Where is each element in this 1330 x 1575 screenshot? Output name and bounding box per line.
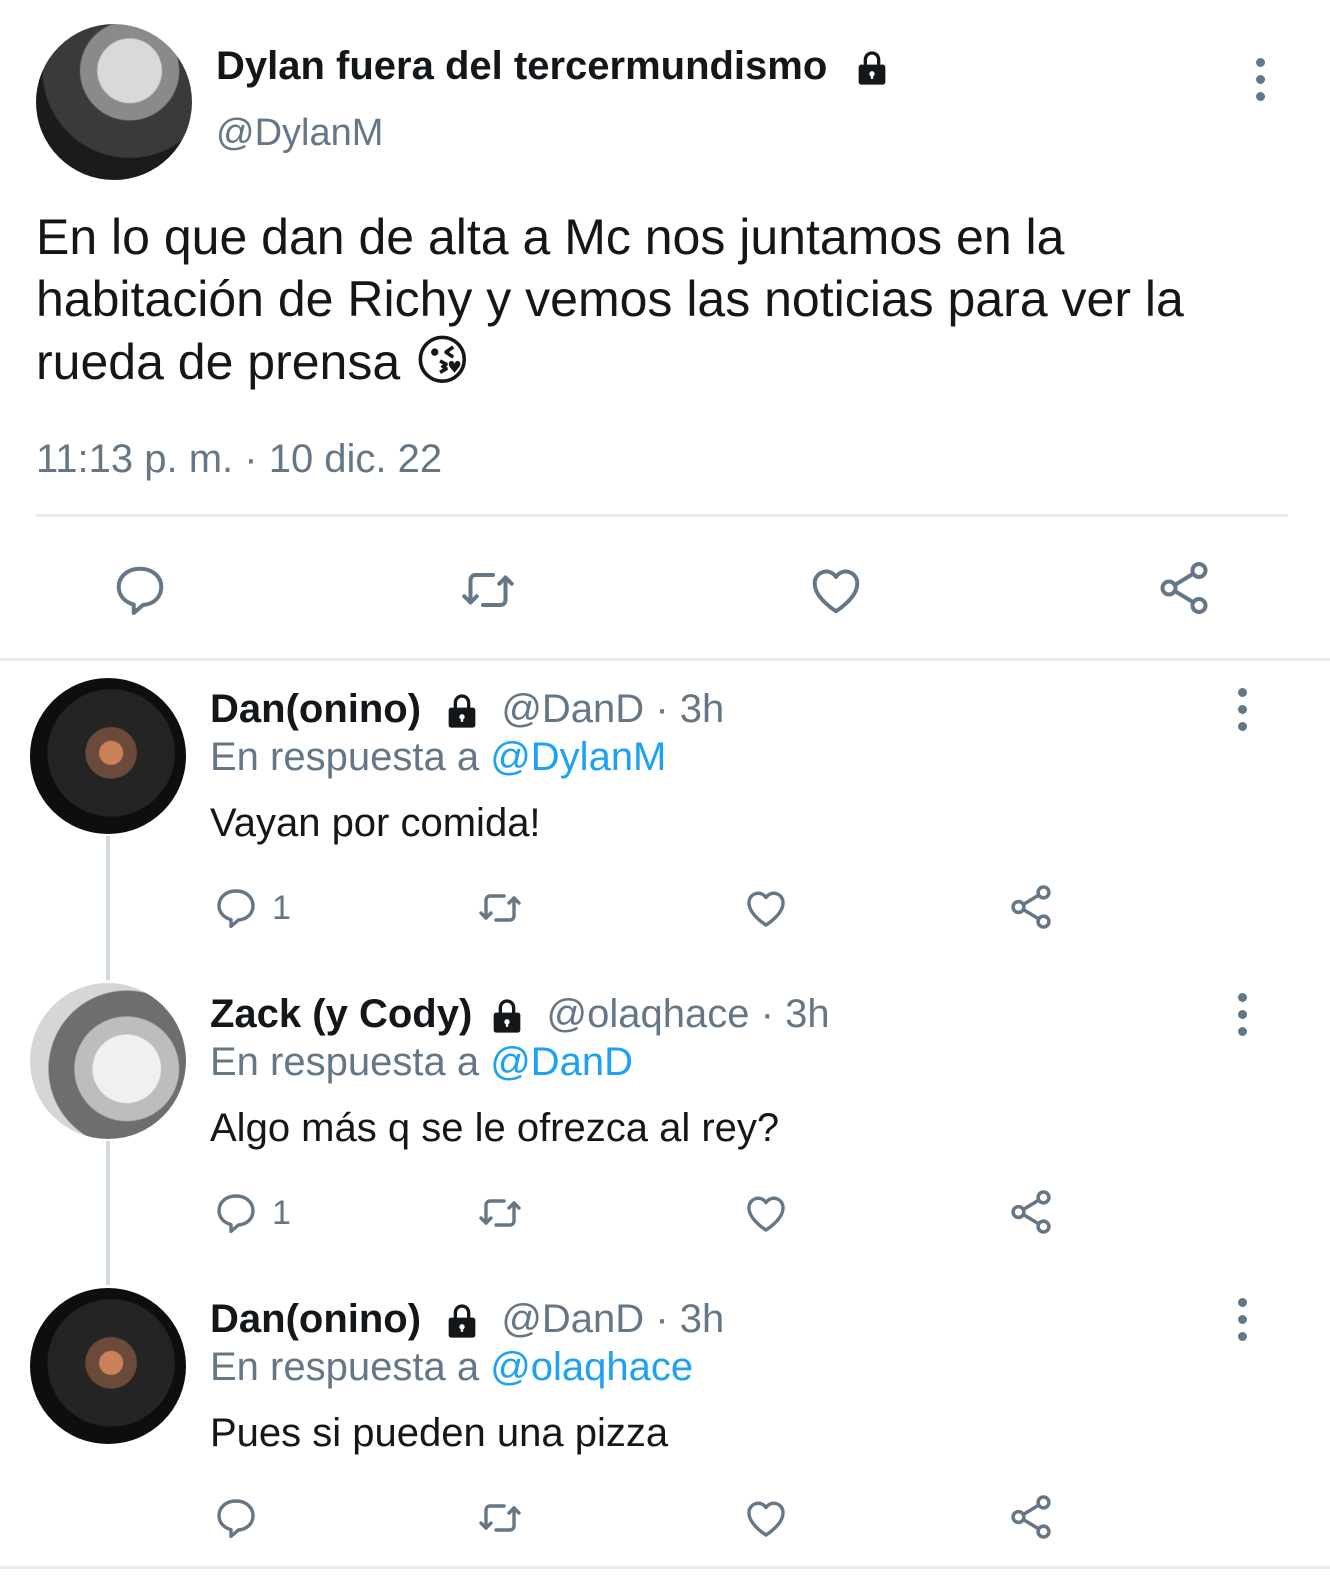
share-icon[interactable] [1006,882,1056,932]
reply-icon [217,1194,255,1234]
reply-icon[interactable] [212,1494,260,1542]
kiss-emoji: 😘 [414,331,471,391]
more-options-icon[interactable] [1230,1298,1254,1341]
more-options-icon[interactable] [1230,688,1254,731]
replying-to-link[interactable]: @DylanM [490,735,666,779]
reply-text: Vayan por comida! [210,801,541,845]
reply-avatar[interactable] [30,1288,186,1444]
like-icon[interactable] [806,560,866,620]
reply-icon [217,889,255,929]
replying-to: En respuesta a @DanD [210,1037,633,1087]
divider [36,514,1288,517]
like-icon[interactable] [742,1494,790,1542]
reply-text: Algo más q se le ofrezca al rey? [210,1106,780,1150]
lock-icon [442,1301,482,1341]
retweet-icon[interactable] [456,560,520,620]
author-avatar[interactable] [36,24,192,180]
replying-to-link[interactable]: @DanD [490,1040,633,1084]
reply-header: Zack (y Cody) @olaqhace · 3h [210,989,830,1039]
reply-avatar[interactable] [30,983,186,1139]
reply-time: · 3h [760,992,830,1036]
retweet-icon[interactable] [474,1494,526,1542]
reply-icon[interactable] [110,560,170,620]
thread-line [106,1141,110,1285]
lock-icon [442,691,482,731]
tweet-timestamp[interactable]: 11:13 p. m. · 10 dic. 22 [36,434,442,484]
like-icon[interactable] [742,1189,790,1237]
like-icon[interactable] [742,884,790,932]
reply-count: 1 [272,1193,291,1232]
divider [0,658,1330,661]
replying-to-label: En respuesta a [210,1040,480,1084]
reply-display-name[interactable]: Zack (y Cody) [210,992,472,1036]
reply-header: Dan(onino) @DanD · 3h [210,1294,724,1344]
share-icon[interactable] [1006,1492,1056,1542]
lock-icon [852,48,892,88]
author-display-name[interactable]: Dylan fuera del tercermundismo [216,44,827,88]
reply-text: Pues si pueden una pizza [210,1411,669,1455]
reply-time: · 3h [655,687,725,731]
lock-icon [487,996,527,1036]
share-icon[interactable] [1154,558,1214,618]
replying-to: En respuesta a @olaqhace [210,1342,693,1392]
reply-button[interactable]: 1 [212,1189,291,1237]
reply-handle[interactable]: @olaqhace [547,992,750,1036]
retweet-icon[interactable] [474,884,526,932]
reply-display-name[interactable]: Dan(onino) [210,687,421,731]
author-header: Dylan fuera del tercermundismo [216,40,892,92]
reply-handle[interactable]: @DanD [501,1297,644,1341]
reply-avatar[interactable] [30,678,186,834]
author-handle[interactable]: @DylanM [216,108,383,158]
reply-button[interactable]: 1 [212,884,291,932]
reply-header: Dan(onino) @DanD · 3h [210,684,724,734]
reply-count: 1 [272,888,291,927]
thread-line [106,836,110,980]
replying-to: En respuesta a @DylanM [210,732,666,782]
reply-time: · 3h [655,1297,725,1341]
retweet-icon[interactable] [474,1189,526,1237]
more-options-icon[interactable] [1248,58,1272,101]
replying-to-label: En respuesta a [210,735,480,779]
reply-handle[interactable]: @DanD [501,687,644,731]
tweet-body: En lo que dan de alta a Mc nos juntamos … [36,206,1296,393]
replying-to-link[interactable]: @olaqhace [490,1345,693,1389]
more-options-icon[interactable] [1230,993,1254,1036]
divider [0,1566,1330,1569]
reply-display-name[interactable]: Dan(onino) [210,1297,421,1341]
share-icon[interactable] [1006,1187,1056,1237]
replying-to-label: En respuesta a [210,1345,480,1389]
tweet-text: En lo que dan de alta a Mc nos juntamos … [36,209,1184,390]
